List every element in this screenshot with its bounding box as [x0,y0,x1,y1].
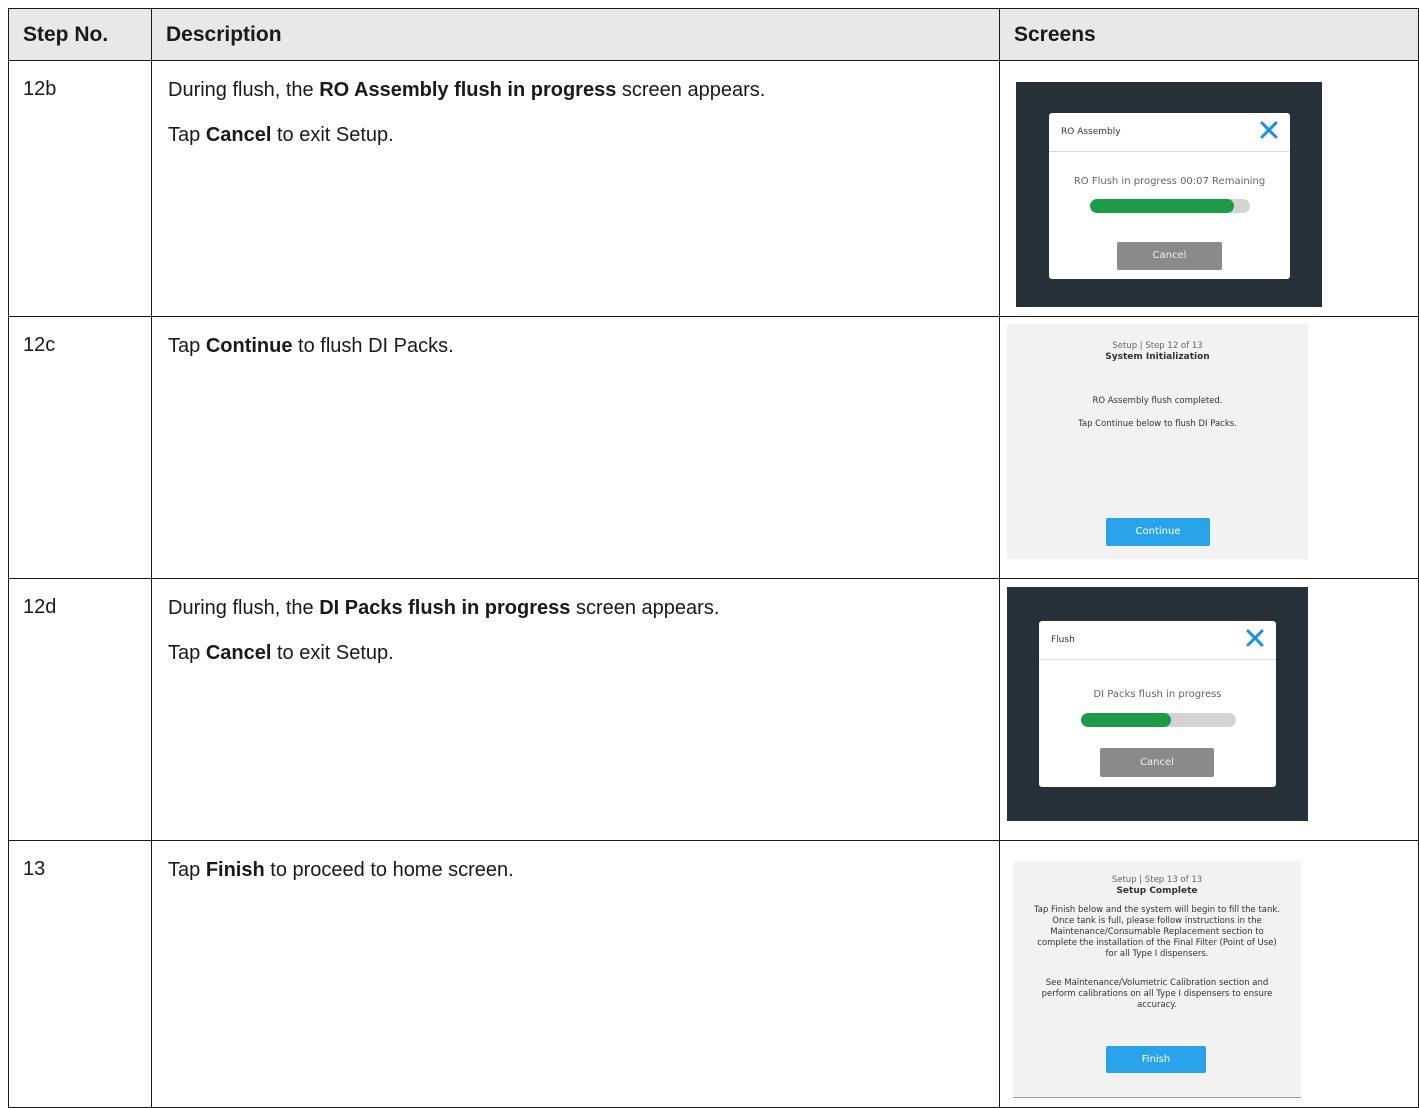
cancel-button[interactable]: Cancel [1117,242,1222,270]
step-description: Tap Continue to flush DI Packs. [151,316,1000,579]
screenshot-di-flush: Flush DI Packs flush in progress Cancel [1007,587,1308,821]
flush-status-message: DI Packs flush in progress [1093,689,1222,700]
dialog-title: RO Assembly [1061,127,1121,137]
table-row: 12d During flush, the DI Packs flush in … [8,578,1419,841]
finish-button[interactable]: Finish [1106,1046,1206,1073]
continue-button[interactable]: Continue [1106,518,1210,546]
close-icon[interactable] [1244,627,1266,649]
screen-cell: RO Assembly RO Flush in progress 00:07 R… [999,60,1419,317]
step-description: During flush, the RO Assembly flush in p… [151,60,1000,317]
step-number: 12d [8,578,152,841]
flush-status-message: RO Flush in progress 00:07 Remaining [1073,176,1266,187]
screen-title: System Initialization [1105,352,1210,362]
divider [1039,659,1276,660]
screen-title: Setup Complete [1116,886,1198,896]
header-description: Description [151,8,1000,61]
status-text: RO Assembly flush completed. [1092,396,1223,406]
instructions-paragraph: Tap Finish below and the system will beg… [1033,905,1281,959]
step-indicator: Setup | Step 12 of 13 [1112,341,1203,351]
step-indicator: Setup | Step 13 of 13 [1111,875,1203,885]
instruction-text: Tap Continue below to flush DI Packs. [1078,419,1237,429]
header-row: Step No. Description Screens [8,8,1419,61]
steps-table: Step No. Description Screens 12b During … [8,8,1419,1108]
screenshot-system-initialization: Setup | Step 12 of 13 System Initializat… [1007,324,1308,559]
progress-fill [1090,199,1234,213]
step-number: 12c [8,316,152,579]
ro-assembly-dialog: RO Assembly RO Flush in progress 00:07 R… [1049,113,1290,279]
step-number: 12b [8,60,152,317]
step-number: 13 [8,840,152,1108]
flush-progress-bar [1081,713,1236,727]
progress-fill [1081,713,1171,727]
table-row: 13 Tap Finish to proceed to home screen.… [8,840,1419,1108]
screenshot-setup-complete: Setup | Step 13 of 13 Setup Complete Tap… [1013,861,1301,1098]
table-row: 12c Tap Continue to flush DI Packs. Setu… [8,316,1419,579]
screenshot-ro-flush: RO Assembly RO Flush in progress 00:07 R… [1016,82,1322,307]
dialog-title: Flush [1051,635,1075,645]
close-icon[interactable] [1258,119,1280,141]
screen-cell: Setup | Step 12 of 13 System Initializat… [999,316,1419,579]
cancel-button[interactable]: Cancel [1100,748,1214,777]
screen-cell: Setup | Step 13 of 13 Setup Complete Tap… [999,840,1419,1108]
divider [1049,151,1290,152]
header-step: Step No. [8,8,152,61]
table-row: 12b During flush, the RO Assembly flush … [8,60,1419,317]
step-description: Tap Finish to proceed to home screen. [151,840,1000,1108]
flush-progress-bar [1090,199,1250,213]
screen-cell: Flush DI Packs flush in progress Cancel [999,578,1419,841]
flush-dialog: Flush DI Packs flush in progress Cancel [1039,621,1276,787]
step-description: During flush, the DI Packs flush in prog… [151,578,1000,841]
calibration-paragraph: See Maintenance/Volumetric Calibration s… [1041,978,1273,1010]
header-screens: Screens [999,8,1419,61]
